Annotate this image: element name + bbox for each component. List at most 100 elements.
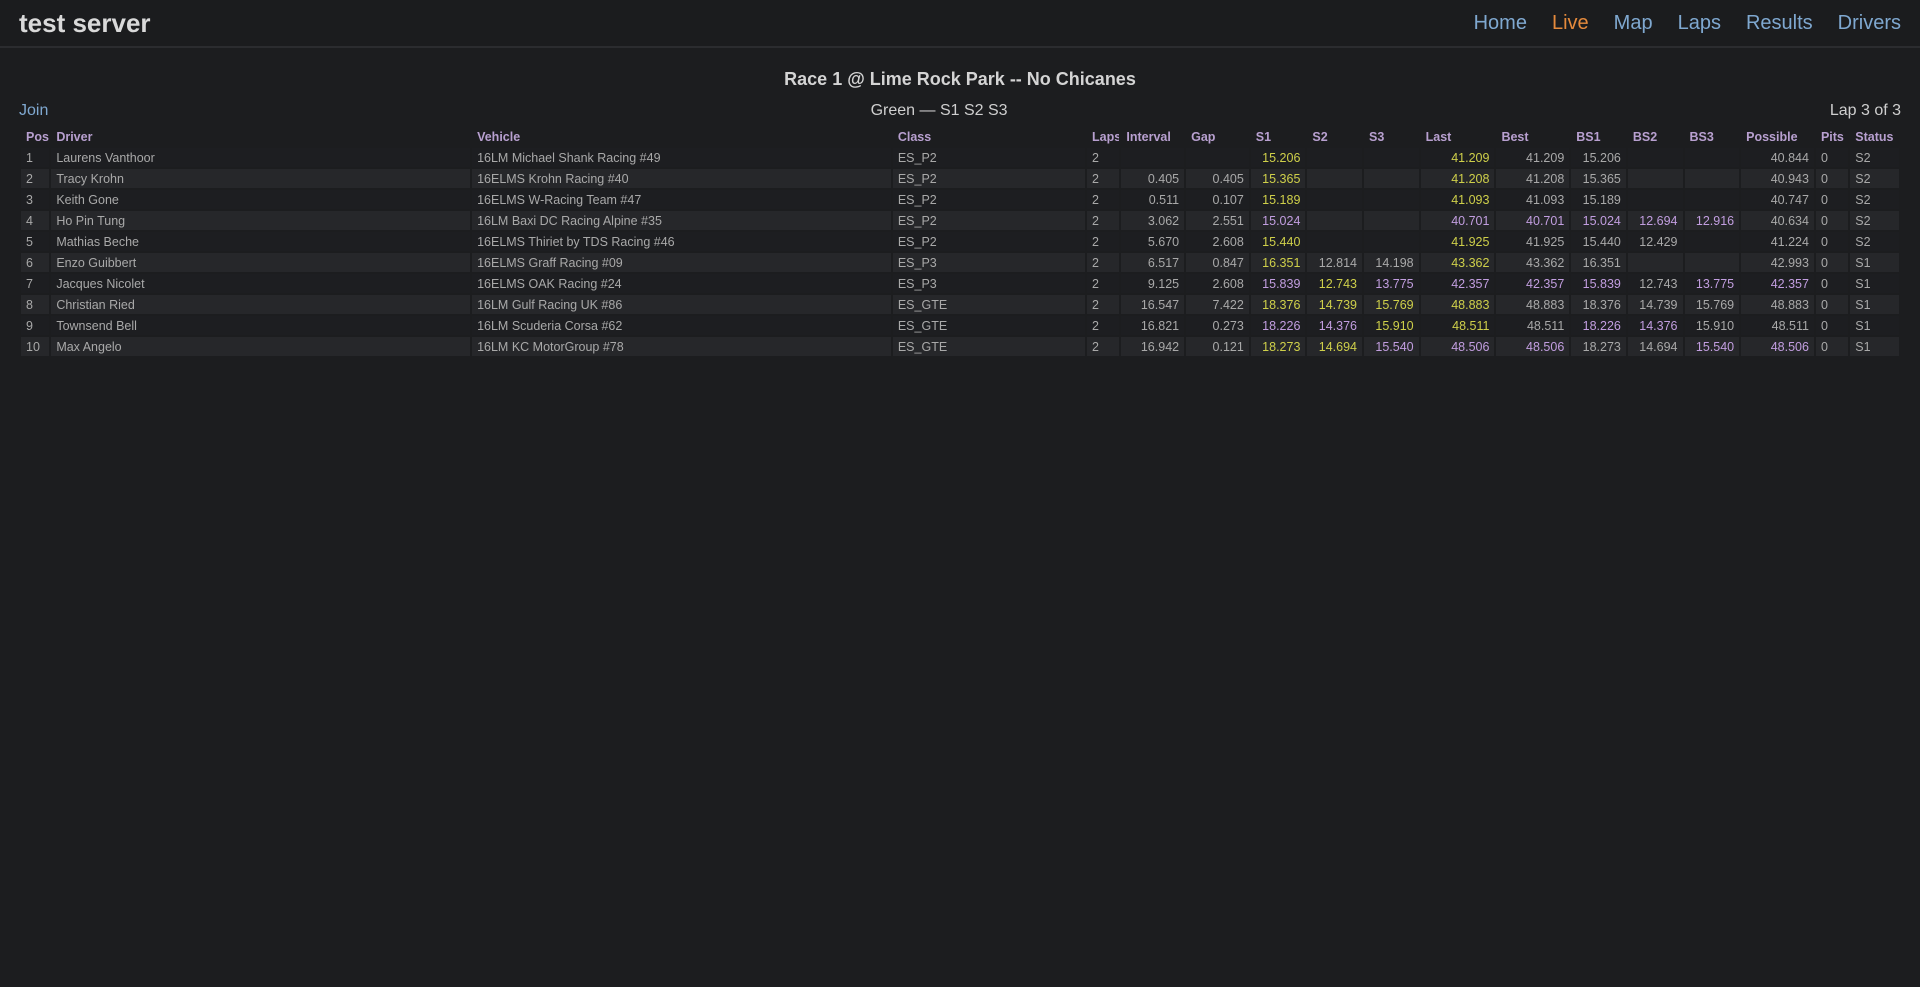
cell-s1: 18.376	[1250, 295, 1306, 314]
cell-bs3	[1684, 253, 1740, 272]
cell-gap: 2.551	[1186, 211, 1249, 230]
cell-pos: 10	[21, 337, 50, 356]
cell-gap: 0.107	[1186, 190, 1249, 209]
cell-bs2	[1627, 148, 1683, 167]
table-row[interactable]: 6 Enzo Guibbert 16ELMS Graff Racing #09 ES_…	[21, 253, 1899, 272]
column-header-best: Best	[1501, 129, 1529, 144]
cell-driver: Townsend Bell	[51, 316, 471, 335]
cell-interval: 0.405	[1121, 169, 1185, 188]
cell-possible: 48.506	[1741, 337, 1814, 356]
cell-vehicle: 16LM Michael Shank Racing #49	[472, 148, 891, 167]
table-row[interactable]: 3 Keith Gone 16ELMS W-Racing Team #47 ES_P2…	[21, 190, 1899, 209]
cell-bs1: 15.365	[1571, 169, 1626, 188]
nav-live[interactable]: Live	[1552, 12, 1589, 35]
cell-s2	[1307, 232, 1363, 251]
cell-class: ES_P3	[892, 274, 1086, 293]
cell-driver: Max Angelo	[51, 337, 471, 356]
join-link[interactable]: Join	[19, 102, 48, 120]
cell-s1: 15.365	[1250, 169, 1306, 188]
table-row[interactable]: 8 Christian Ried 16LM Gulf Racing UK #86 ES…	[21, 295, 1899, 314]
nav-home[interactable]: Home	[1474, 12, 1527, 35]
nav-map[interactable]: Map	[1614, 12, 1653, 35]
cell-possible: 40.844	[1741, 148, 1814, 167]
table-body: 1 Laurens Vanthoor 16LM Michael Shank Raci…	[21, 148, 1899, 356]
column-header-s1: S1	[1255, 129, 1272, 144]
cell-interval: 16.547	[1121, 295, 1185, 314]
cell-s1: 15.189	[1250, 190, 1306, 209]
cell-s2	[1307, 211, 1363, 230]
table-row[interactable]: 1 Laurens Vanthoor 16LM Michael Shank Raci…	[21, 148, 1899, 167]
cell-best: 41.925	[1496, 232, 1570, 251]
table-row[interactable]: 4 Ho Pin Tung 16LM Baxi DC Racing Alpine #…	[21, 211, 1899, 230]
cell-pits: 0	[1815, 316, 1849, 335]
cell-status: S1	[1850, 337, 1899, 356]
cell-best: 42.357	[1496, 274, 1570, 293]
cell-gap: 0.121	[1186, 337, 1249, 356]
column-header-driver: Driver	[56, 129, 93, 144]
cell-last: 43.362	[1420, 253, 1495, 272]
cell-best: 43.362	[1496, 253, 1570, 272]
cell-last: 41.208	[1420, 169, 1495, 188]
cell-class: ES_P2	[892, 232, 1086, 251]
cell-bs2	[1627, 253, 1683, 272]
cell-bs2: 12.743	[1627, 274, 1683, 293]
cell-laps: 2	[1087, 169, 1120, 188]
cell-gap: 2.608	[1186, 274, 1249, 293]
cell-bs3	[1684, 148, 1740, 167]
cell-class: ES_P2	[892, 211, 1086, 230]
cell-vehicle: 16ELMS W-Racing Team #47	[472, 190, 891, 209]
column-header-interval: Interval	[1126, 129, 1171, 144]
cell-possible: 40.634	[1741, 211, 1814, 230]
cell-gap	[1186, 148, 1249, 167]
cell-gap: 7.422	[1186, 295, 1249, 314]
cell-pits: 0	[1815, 148, 1849, 167]
cell-s3: 15.910	[1364, 316, 1419, 335]
cell-possible: 48.511	[1741, 316, 1814, 335]
table-row[interactable]: 10 Max Angelo 16LM KC MotorGroup #78 ES_GTE…	[21, 337, 1899, 356]
cell-laps: 2	[1087, 253, 1120, 272]
column-header-laps: Laps	[1092, 129, 1120, 144]
cell-pits: 0	[1815, 211, 1849, 230]
cell-bs2: 14.376	[1627, 316, 1683, 335]
cell-status: S2	[1850, 211, 1899, 230]
cell-status: S2	[1850, 169, 1899, 188]
race-title: Race 1 @ Lime Rock Park -- No Chicanes	[784, 69, 1136, 89]
cell-laps: 2	[1087, 148, 1120, 167]
cell-laps: 2	[1087, 190, 1120, 209]
cell-best: 41.093	[1496, 190, 1570, 209]
cell-pits: 0	[1815, 274, 1849, 293]
cell-gap: 0.847	[1186, 253, 1249, 272]
cell-vehicle: 16ELMS Krohn Racing #40	[472, 169, 891, 188]
cell-possible: 40.747	[1741, 190, 1814, 209]
cell-possible: 48.883	[1741, 295, 1814, 314]
column-header-gap: Gap	[1191, 129, 1216, 144]
cell-last: 41.093	[1420, 190, 1495, 209]
cell-bs1: 15.206	[1571, 148, 1626, 167]
cell-last: 42.357	[1420, 274, 1495, 293]
table-row[interactable]: 9 Townsend Bell 16LM Scuderia Corsa #62 ES_…	[21, 316, 1899, 335]
cell-pos: 1	[21, 148, 50, 167]
column-header-s3: S3	[1369, 129, 1385, 144]
cell-driver: Mathias Beche	[51, 232, 471, 251]
nav-drivers[interactable]: Drivers	[1838, 12, 1901, 35]
cell-vehicle: 16ELMS OAK Racing #24	[472, 274, 891, 293]
cell-pos: 2	[21, 169, 50, 188]
nav-results[interactable]: Results	[1746, 12, 1813, 35]
live-timing-table: Pos Driver Vehicle Class Laps Interval Gap S1 S2…	[19, 125, 1901, 358]
cell-bs3: 15.910	[1684, 316, 1740, 335]
cell-best: 41.208	[1496, 169, 1570, 188]
cell-bs1: 15.839	[1571, 274, 1626, 293]
table-row[interactable]: 7 Jacques Nicolet 16ELMS OAK Racing #24 ES_…	[21, 274, 1899, 293]
table-row[interactable]: 5 Mathias Beche 16ELMS Thiriet by TDS Raci…	[21, 232, 1899, 251]
cell-s2: 14.739	[1307, 295, 1363, 314]
cell-driver: Keith Gone	[51, 190, 471, 209]
cell-pits: 0	[1815, 295, 1849, 314]
cell-pits: 0	[1815, 169, 1849, 188]
cell-bs2: 12.429	[1627, 232, 1683, 251]
column-header-vehicle: Vehicle	[477, 129, 521, 144]
table-row[interactable]: 2 Tracy Krohn 16ELMS Krohn Racing #40 ES_P2…	[21, 169, 1899, 188]
nav-laps[interactable]: Laps	[1678, 12, 1721, 35]
app-title[interactable]: test server	[19, 8, 151, 39]
cell-interval: 3.062	[1121, 211, 1185, 230]
cell-bs3	[1684, 169, 1740, 188]
